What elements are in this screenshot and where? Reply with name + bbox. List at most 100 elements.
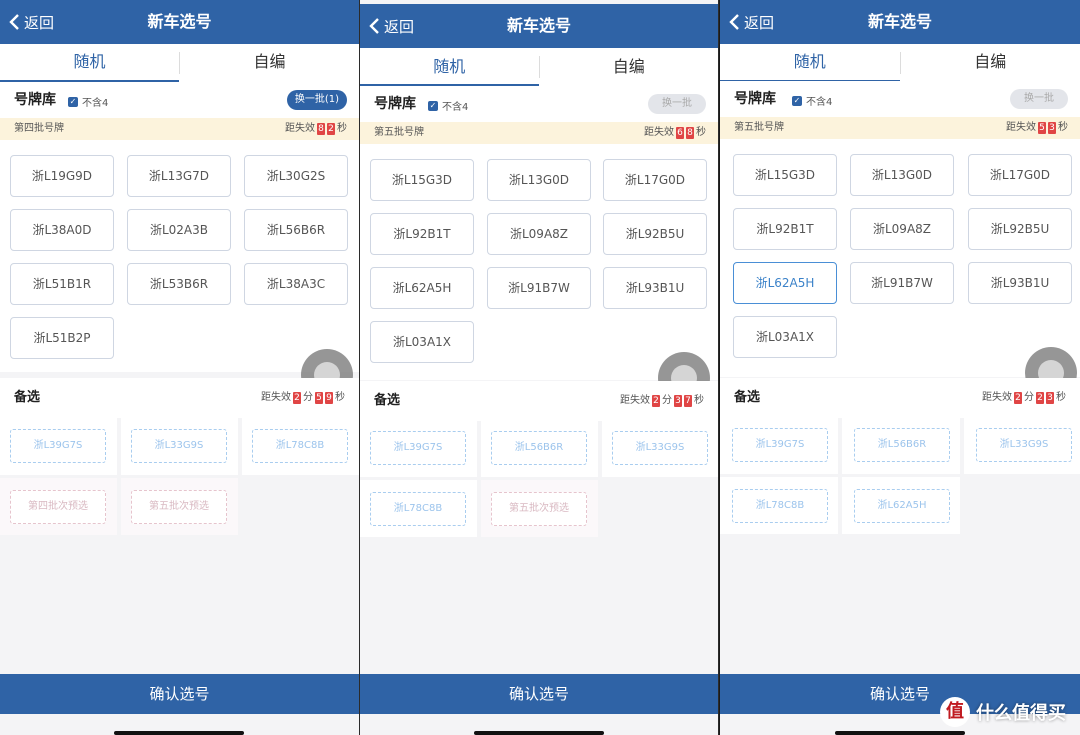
countdown-digit: 8 [317,123,325,135]
plate-option[interactable]: 浙L15G3D [370,159,474,201]
confirm-button[interactable]: 确认选号 [0,674,359,714]
plate-option[interactable]: 浙L51B1R [10,263,114,305]
countdown-digit: 2 [652,395,660,407]
reserve-plate[interactable]: 浙L39G7S [10,429,106,463]
plate-option[interactable]: 浙L13G7D [127,155,231,197]
tab-random[interactable]: 随机 [720,44,900,82]
home-indicator [835,731,965,735]
tab-random[interactable]: 随机 [360,48,539,86]
reserve-plate[interactable]: 浙L78C8B [370,492,466,526]
exclude-four-checkbox[interactable]: ✓ 不含4 [428,98,468,113]
reserve-plate[interactable]: 浙L56B6R [491,431,587,465]
tab-bar: 随机 自编 [0,44,359,82]
plate-option[interactable]: 浙L19G9D [10,155,114,197]
second-unit: 秒 [694,395,704,406]
plate-option[interactable]: 浙L17G0D [603,159,707,201]
countdown-digit: 2 [1014,392,1022,404]
plate-option[interactable]: 浙L62A5H [370,267,474,309]
plate-option[interactable]: 浙L91B7W [487,267,591,309]
plate-option[interactable]: 浙L15G3D [733,154,837,196]
back-button[interactable]: 返回 [728,0,774,44]
reserve-countdown: 距失效 2 分 3 7 秒 [620,394,704,408]
plate-option[interactable]: 浙L38A3C [244,263,348,305]
plate-option[interactable]: 浙L13G0D [850,154,954,196]
reserve-placeholder: 第五批次预选 [491,492,587,526]
tab-random[interactable]: 随机 [0,44,179,82]
nav-header: 返回 新车选号 [360,4,718,48]
plate-option-selected[interactable]: 浙L62A5H [733,262,837,304]
plate-option[interactable]: 浙L30G2S [244,155,348,197]
plate-option[interactable]: 浙L92B5U [603,213,707,255]
plate-option[interactable]: 浙L93B1U [603,267,707,309]
swap-batch-button[interactable]: 换一批 [1010,89,1068,109]
exclude-four-checkbox[interactable]: ✓ 不含4 [792,93,832,108]
minute-unit: 分 [303,392,313,403]
confirm-button[interactable]: 确认选号 [360,674,718,714]
expire-label: 距失效 [644,127,674,138]
plate-option[interactable]: 浙L92B1T [733,208,837,250]
plate-option[interactable]: 浙L17G0D [968,154,1072,196]
exclude-four-checkbox[interactable]: ✓ 不含4 [68,94,108,109]
plate-option[interactable]: 浙L38A0D [10,209,114,251]
plate-option[interactable]: 浙L91B7W [850,262,954,304]
watermark-logo-icon: 值 [940,697,970,727]
reserve-label: 备选 [734,390,761,405]
reserve-plate[interactable]: 浙L62A5H [854,489,950,523]
reserve-plate[interactable]: 浙L39G7S [370,431,466,465]
reserve-plate[interactable]: 浙L78C8B [252,429,348,463]
reserve-plate[interactable]: 浙L33G9S [612,431,708,465]
plate-option[interactable]: 浙L09A8Z [487,213,591,255]
plate-grid: 浙L15G3D 浙L13G0D 浙L17G0D 浙L92B1T 浙L09A8Z … [720,139,1080,377]
tab-custom[interactable]: 自编 [540,48,719,86]
watermark-text: 什么值得买 [976,703,1066,724]
checkmark-icon: ✓ [68,96,78,107]
swap-batch-button[interactable]: 换一批(1) [286,90,347,110]
reserve-plate[interactable]: 浙L33G9S [131,429,227,463]
second-unit: 秒 [335,392,345,403]
plate-option[interactable]: 浙L03A1X [370,321,474,363]
batch-label: 第五批号牌 [734,122,784,133]
plate-option[interactable]: 浙L92B1T [370,213,474,255]
plate-option[interactable]: 浙L03A1X [733,316,837,358]
reserve-cell: 浙L39G7S [720,417,838,474]
plate-option[interactable]: 浙L56B6R [244,209,348,251]
plate-option[interactable]: 浙L13G0D [487,159,591,201]
home-indicator [474,731,604,735]
chevron-left-icon [729,14,739,30]
plate-option[interactable]: 浙L92B5U [968,208,1072,250]
reserve-plate[interactable]: 浙L33G9S [976,428,1072,462]
countdown-digit: 3 [1048,122,1056,134]
batch-countdown: 距失效 8 2 秒 [285,122,347,136]
batch-bar: 第五批号牌 距失效 5 3 秒 [720,117,1080,139]
reserve-plate[interactable]: 浙L39G7S [732,428,828,462]
batch-label: 第四批号牌 [14,123,64,134]
reserve-cell: 第五批次预选 [481,480,598,537]
countdown-digit: 2 [1036,392,1044,404]
back-button[interactable]: 返回 [8,0,54,44]
plate-option[interactable]: 浙L53B6R [127,263,231,305]
countdown-digit: 5 [1038,122,1046,134]
plate-option[interactable]: 浙L09A8Z [850,208,954,250]
expire-label: 距失效 [982,392,1012,403]
swap-batch-button[interactable]: 换一批 [648,94,706,114]
reserve-cell: 浙L78C8B [242,418,359,475]
tab-custom[interactable]: 自编 [180,44,359,82]
reserve-cell: 浙L78C8B [360,480,477,537]
reserve-cell: 浙L39G7S [360,420,477,477]
reserve-plate[interactable]: 浙L78C8B [732,489,828,523]
plate-option[interactable]: 浙L51B2P [10,317,114,359]
second-unit: 秒 [1056,392,1066,403]
tab-bar: 随机 自编 [360,48,718,86]
plate-option[interactable]: 浙L93B1U [968,262,1072,304]
back-button[interactable]: 返回 [368,4,414,48]
plate-option[interactable]: 浙L02A3B [127,209,231,251]
reserve-label: 备选 [14,390,41,405]
chevron-left-icon [9,14,19,30]
countdown-digit: 3 [674,395,682,407]
reserve-plate[interactable]: 浙L56B6R [854,428,950,462]
reserve-cell: 浙L62A5H [842,477,960,534]
back-label: 返回 [744,13,775,32]
tab-custom[interactable]: 自编 [901,44,1080,82]
countdown-digit: 9 [325,392,333,404]
reserve-header: 备选 距失效 2 分 2 3 秒 [720,378,1080,418]
